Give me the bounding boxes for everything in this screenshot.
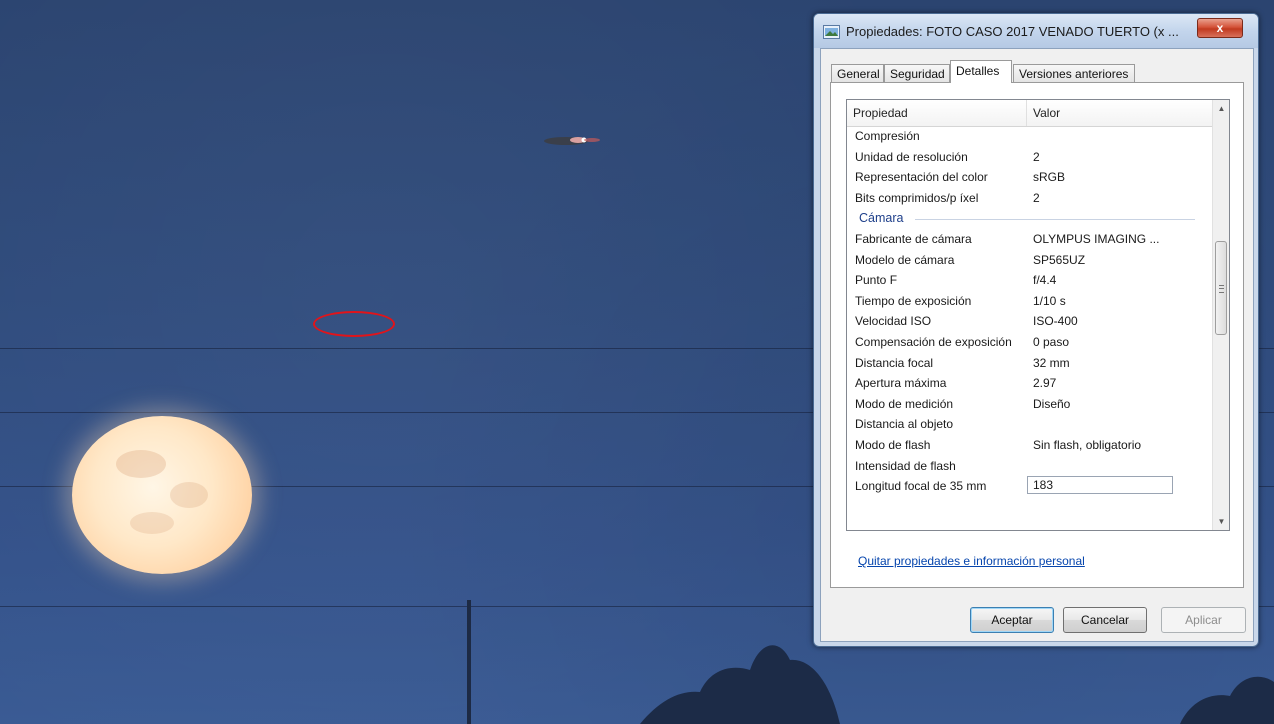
scrollbar-thumb[interactable] <box>1215 241 1227 335</box>
property-value: Sin flash, obligatorio <box>1033 437 1142 452</box>
property-name: Modo de medición <box>855 396 954 411</box>
property-value: SP565UZ <box>1033 252 1086 267</box>
property-name: Fabricante de cámara <box>855 231 972 246</box>
list-header: Propiedad Valor <box>847 100 1212 127</box>
property-name: Longitud focal de 35 mm <box>855 479 987 494</box>
property-row[interactable]: Compensación de exposición 0 paso <box>847 332 1212 353</box>
property-name: Distancia al objeto <box>855 417 954 432</box>
full-moon <box>72 416 252 574</box>
title-bar[interactable]: Propiedades: FOTO CASO 2017 VENADO TUERT… <box>814 14 1258 48</box>
property-name: Representación del color <box>855 170 988 185</box>
cancel-button[interactable]: Cancelar <box>1063 607 1147 633</box>
property-value-edit-field[interactable]: 183 <box>1027 476 1173 495</box>
property-name: Modo de flash <box>855 437 931 452</box>
column-header-value[interactable]: Valor <box>1027 100 1212 126</box>
column-header-property[interactable]: Propiedad <box>847 100 1027 126</box>
property-value: 2 <box>1033 190 1040 205</box>
property-name: Punto F <box>855 273 898 288</box>
property-name: Modelo de cámara <box>855 252 955 267</box>
property-value: 2.97 <box>1033 376 1057 391</box>
property-row[interactable]: Distancia focal 32 mm <box>847 353 1212 374</box>
property-name: Velocidad ISO <box>855 314 932 329</box>
property-row[interactable]: Representación del color sRGB <box>847 167 1212 188</box>
property-row[interactable]: Distancia al objeto <box>847 414 1212 435</box>
properties-list[interactable]: Propiedad Valor Compresión Unidad de reso… <box>846 99 1230 531</box>
property-row[interactable]: Unidad de resolución 2 <box>847 147 1212 168</box>
image-file-icon <box>823 25 840 39</box>
property-row[interactable]: Fabricante de cámara OLYMPUS IMAGING ... <box>847 229 1212 250</box>
scroll-down-arrow-icon[interactable]: ▼ <box>1213 513 1229 530</box>
property-row[interactable]: Intensidad de flash <box>847 456 1212 477</box>
property-name: Unidad de resolución <box>855 149 968 164</box>
tree-silhouette <box>1180 676 1274 724</box>
utility-pole <box>467 600 471 724</box>
scroll-up-arrow-icon[interactable]: ▲ <box>1213 100 1229 117</box>
properties-dialog: Propiedades: FOTO CASO 2017 VENADO TUERT… <box>813 13 1259 647</box>
property-row[interactable]: Modelo de cámara SP565UZ <box>847 250 1212 271</box>
property-value: 0 paso <box>1033 334 1070 349</box>
property-row[interactable]: Bits comprimidos/p íxel 2 <box>847 188 1212 209</box>
property-name: Intensidad de flash <box>855 458 956 473</box>
group-label: Cámara <box>859 211 904 226</box>
property-row[interactable]: Apertura máxima 2.97 <box>847 373 1212 394</box>
property-value: 2 <box>1033 149 1040 164</box>
property-value: ISO-400 <box>1033 314 1078 329</box>
apply-button[interactable]: Aplicar <box>1161 607 1246 633</box>
tree-silhouette <box>640 645 840 724</box>
property-value: OLYMPUS IMAGING ... <box>1033 231 1160 246</box>
property-row[interactable]: Modo de flash Sin flash, obligatorio <box>847 435 1212 456</box>
details-tab-page: Propiedad Valor Compresión Unidad de reso… <box>830 82 1244 588</box>
property-rows: Compresión Unidad de resolución 2 Represent… <box>847 126 1212 497</box>
property-name: Compresión <box>855 129 920 143</box>
tab-security[interactable]: Seguridad <box>884 64 950 82</box>
dialog-client-area: General Seguridad Detalles Versiones ant… <box>820 48 1254 642</box>
vertical-scrollbar[interactable]: ▲ ▼ <box>1212 100 1229 530</box>
tab-general[interactable]: General <box>831 64 884 82</box>
tab-details[interactable]: Detalles <box>950 60 1012 83</box>
property-row[interactable]: Longitud focal de 35 mm 183 <box>847 476 1212 497</box>
property-value: sRGB <box>1033 170 1066 185</box>
remove-properties-link[interactable]: Quitar propiedades e información persona… <box>858 554 1085 568</box>
ok-button[interactable]: Aceptar <box>970 607 1054 633</box>
property-name: Bits comprimidos/p íxel <box>855 190 979 205</box>
group-divider <box>915 219 1195 221</box>
property-value: 32 mm <box>1033 355 1070 370</box>
property-row[interactable]: Tiempo de exposición 1/10 s <box>847 291 1212 312</box>
tab-previous-versions[interactable]: Versiones anteriores <box>1013 64 1135 82</box>
close-icon: x <box>1216 21 1224 35</box>
dialog-title: Propiedades: FOTO CASO 2017 VENADO TUERT… <box>846 24 1179 39</box>
close-button[interactable]: x <box>1197 18 1243 38</box>
property-group-header[interactable]: Cámara <box>847 208 1212 229</box>
property-value: Diseño <box>1033 396 1071 411</box>
grip-icon <box>1219 285 1224 293</box>
unidentified-flying-object <box>544 137 600 145</box>
property-name: Tiempo de exposición <box>855 293 972 308</box>
property-name: Apertura máxima <box>855 376 947 391</box>
property-row[interactable]: Modo de medición Diseño <box>847 394 1212 415</box>
property-row[interactable]: Compresión <box>847 126 1212 147</box>
property-name: Compensación de exposición <box>855 334 1012 349</box>
property-row[interactable]: Punto F f/4.4 <box>847 270 1212 291</box>
red-highlight-circle <box>313 311 395 337</box>
property-value: f/4.4 <box>1033 273 1057 288</box>
property-value: 1/10 s <box>1033 293 1066 308</box>
property-name: Distancia focal <box>855 355 934 370</box>
property-row[interactable]: Velocidad ISO ISO-400 <box>847 311 1212 332</box>
